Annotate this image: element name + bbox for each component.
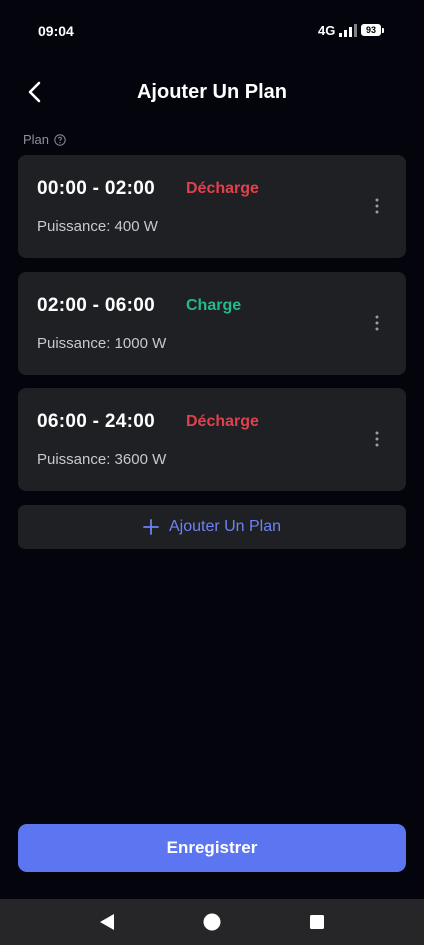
- plan-mode: Décharge: [186, 180, 259, 197]
- system-nav-bar: [0, 899, 424, 945]
- signal-icon: [339, 24, 357, 37]
- chevron-left-icon: [28, 81, 41, 103]
- nav-home-icon[interactable]: [201, 911, 223, 933]
- plan-mode: Charge: [186, 297, 242, 314]
- plan-mode: Décharge: [186, 413, 259, 430]
- plan-time: 02:00 - 06:00: [37, 295, 155, 316]
- network-type: 4G: [318, 23, 336, 38]
- nav-back-icon[interactable]: [96, 911, 118, 933]
- plan-card[interactable]: 00:00 - 02:00 Décharge Puissance: 400 W: [18, 155, 406, 258]
- plus-icon: [143, 519, 159, 535]
- plan-time: 06:00 - 24:00: [37, 411, 155, 432]
- add-plan-button[interactable]: Ajouter Un Plan: [18, 505, 406, 549]
- more-vertical-icon[interactable]: [370, 430, 384, 448]
- plan-power: Puissance: 3600 W: [37, 451, 167, 468]
- section-label: Plan: [23, 132, 66, 147]
- status-bar: 09:04 4G 93: [0, 0, 424, 60]
- plan-card[interactable]: 06:00 - 24:00 Décharge Puissance: 3600 W: [18, 388, 406, 491]
- save-button[interactable]: Enregistrer: [18, 824, 406, 872]
- add-plan-label: Ajouter Un Plan: [168, 518, 282, 535]
- back-button[interactable]: [20, 76, 52, 108]
- plan-power: Puissance: 400 W: [37, 218, 158, 235]
- battery-icon: 93: [361, 24, 385, 38]
- more-vertical-icon[interactable]: [370, 197, 384, 215]
- more-vertical-icon[interactable]: [370, 314, 384, 332]
- status-time: 09:04: [38, 23, 74, 39]
- section-label-text: Plan: [23, 132, 50, 147]
- plan-power: Puissance: 1000 W: [37, 335, 167, 352]
- header: Ajouter Un Plan: [0, 70, 424, 114]
- nav-recents-icon[interactable]: [306, 911, 328, 933]
- battery-level: 93: [365, 25, 376, 35]
- help-icon[interactable]: [54, 133, 66, 146]
- page-title: Ajouter Un Plan: [136, 81, 287, 103]
- plan-time: 00:00 - 02:00: [37, 178, 155, 199]
- plan-card[interactable]: 02:00 - 06:00 Charge Puissance: 1000 W: [18, 272, 406, 375]
